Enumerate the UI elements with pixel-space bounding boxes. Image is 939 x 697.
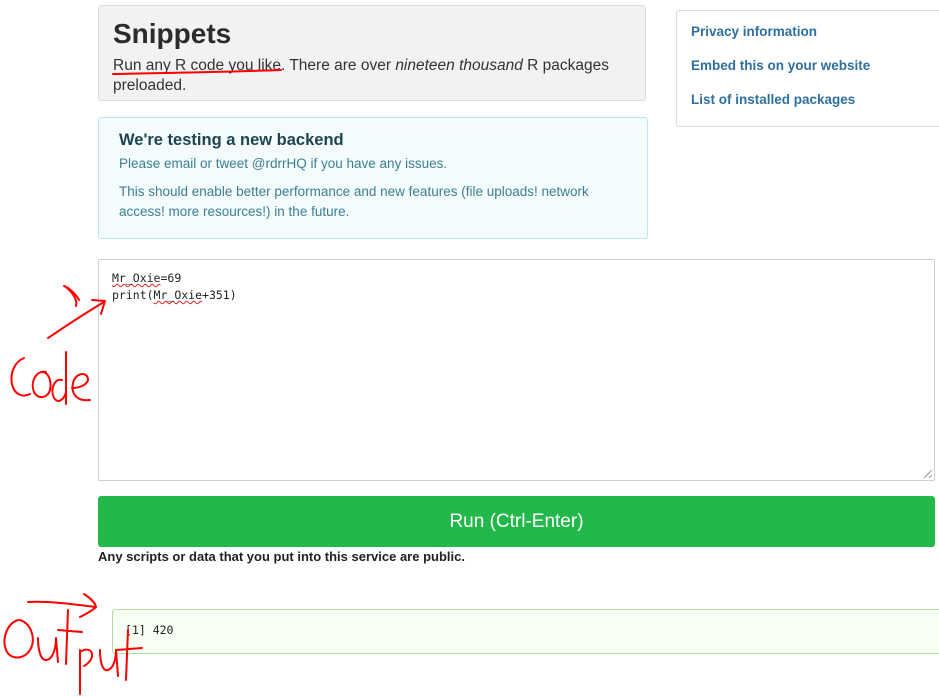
output-arrow-icon [27, 593, 97, 618]
page-description: Run any R code you like. There are over … [113, 56, 631, 96]
embed-website-link[interactable]: Embed this on your website [691, 57, 931, 75]
handwritten-code-icon [31, 370, 52, 398]
alert-contact-text: Please email or tweet @rdrrHQ if you hav… [119, 156, 448, 171]
code-variable: Mr_Oxie [112, 271, 161, 285]
alert-title: We're testing a new backend [119, 131, 344, 149]
handwritten-code-icon [51, 351, 67, 405]
resize-handle[interactable] [924, 470, 932, 478]
public-notice: Any scripts or data that you put into th… [98, 549, 465, 564]
code-text: print( [112, 288, 154, 302]
description-emphasis: nineteen thousand [395, 57, 523, 74]
handwritten-code-icon [10, 357, 31, 397]
code-text: =69 [160, 271, 182, 285]
code-editor[interactable]: Mr_Oxie=69 print(Mr_Oxie+351) [98, 259, 935, 481]
handwritten-output-icon [57, 609, 83, 665]
sidebar-links-panel: Privacy information Embed this on your w… [676, 10, 939, 127]
code-line-2: print(Mr_Oxie+351) [112, 287, 921, 304]
code-arrow-icon [47, 286, 106, 339]
description-text-1: Run any R code you like. There are over [113, 57, 396, 74]
code-line-1: Mr_Oxie=69 [112, 270, 921, 287]
handwritten-output-icon [79, 648, 94, 695]
code-variable: Mr_Oxie [153, 288, 203, 302]
privacy-information-link[interactable]: Privacy information [691, 23, 931, 41]
code-text: +351) [202, 288, 237, 302]
run-button[interactable]: Run (Ctrl-Enter) [98, 496, 935, 547]
output-panel: [1] 420 [112, 609, 939, 654]
header-panel: Snippets Run any R code you like. There … [98, 5, 646, 101]
alert-feature-text: This should enable better performance an… [119, 184, 589, 219]
handwritten-code-icon [71, 373, 91, 402]
code-arrow-icon [63, 285, 80, 301]
installed-packages-link[interactable]: List of installed packages [691, 91, 931, 109]
handwritten-output-icon [37, 637, 59, 663]
handwritten-output-icon [3, 619, 34, 659]
backend-info-alert: We're testing a new backend Please email… [98, 117, 648, 239]
page-title: Snippets [113, 18, 232, 49]
